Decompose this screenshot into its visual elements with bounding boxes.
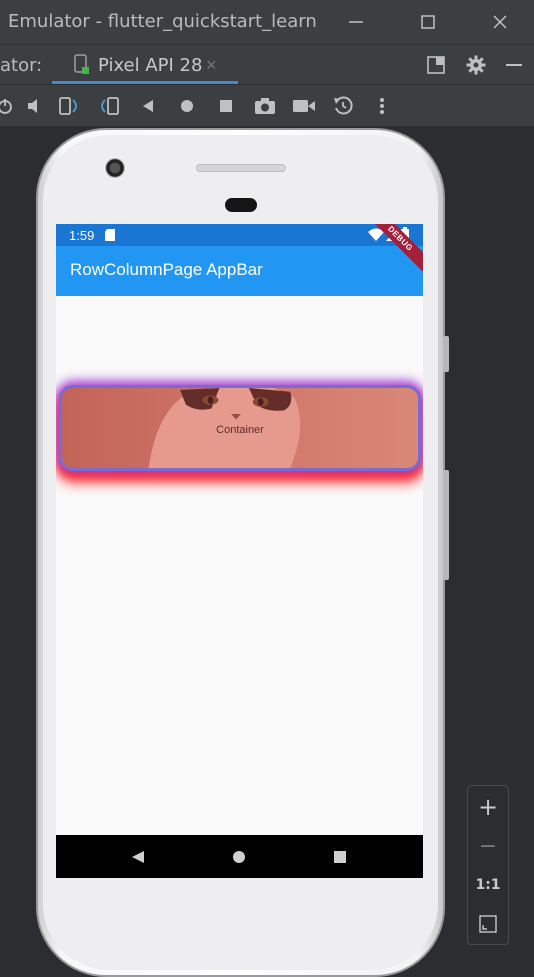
back-triangle-icon[interactable] (127, 846, 149, 868)
earpiece-speaker (196, 164, 286, 172)
fit-screen-button[interactable] (468, 909, 508, 939)
close-button[interactable] (480, 8, 520, 36)
decorated-container[interactable]: Container (59, 385, 421, 471)
zoom-in-button[interactable]: + (468, 792, 508, 822)
window-mode-icon[interactable] (427, 56, 445, 74)
front-camera (105, 158, 125, 178)
minimize-button[interactable] (336, 8, 376, 36)
power-icon[interactable] (0, 93, 18, 119)
recents-square-icon[interactable] (329, 846, 351, 868)
appbar-title: RowColumnPage AppBar (70, 260, 263, 279)
emulator-label: ator: (0, 55, 43, 76)
volume-side-button (443, 470, 449, 580)
sd-card-icon (105, 229, 115, 241)
fit-screen-icon (479, 915, 497, 933)
app-bar: RowColumnPage AppBar (56, 246, 423, 296)
more-icon[interactable] (369, 93, 395, 119)
android-navbar (56, 835, 423, 878)
volume-icon[interactable] (22, 93, 48, 119)
emulator-tabbar: ator: Pixel API 28 × (0, 44, 534, 84)
window-titlebar: Emulator - flutter_quickstart_learn (0, 0, 534, 44)
snapshot-icon[interactable] (330, 93, 356, 119)
home-icon[interactable] (174, 93, 200, 119)
power-side-button (443, 336, 449, 372)
zoom-panel: + − 1:1 (467, 785, 509, 945)
android-statusbar: 1:59 (56, 224, 423, 246)
tab-pixel-api-28[interactable]: Pixel API 28 × (52, 45, 238, 85)
tab-close-icon[interactable]: × (206, 55, 217, 76)
status-time: 1:59 (69, 228, 95, 243)
container-text: Container (216, 424, 264, 436)
close-icon (493, 15, 507, 29)
gear-icon[interactable] (466, 55, 486, 75)
proximity-sensor (225, 198, 257, 212)
minimize-icon (349, 21, 363, 23)
overview-icon[interactable] (213, 93, 239, 119)
maximize-icon (421, 15, 435, 29)
actual-size-button[interactable]: 1:1 (468, 870, 508, 900)
device-screen[interactable]: 1:59 RowColumnPage AppBar DEBUG Containe… (56, 224, 423, 878)
window-title: Emulator - flutter_quickstart_learn (8, 11, 317, 32)
tab-label: Pixel API 28 (98, 55, 203, 76)
hide-icon[interactable] (504, 55, 524, 75)
rotate-right-icon[interactable] (96, 93, 122, 119)
video-icon[interactable] (291, 93, 317, 119)
home-circle-icon[interactable] (228, 846, 250, 868)
device-icon (74, 54, 89, 74)
back-icon[interactable] (135, 93, 161, 119)
maximize-button[interactable] (408, 8, 448, 36)
emulator-toolbar (0, 84, 534, 126)
zoom-out-button[interactable]: − (468, 831, 508, 861)
camera-icon[interactable] (252, 93, 278, 119)
rotate-left-icon[interactable] (56, 93, 82, 119)
